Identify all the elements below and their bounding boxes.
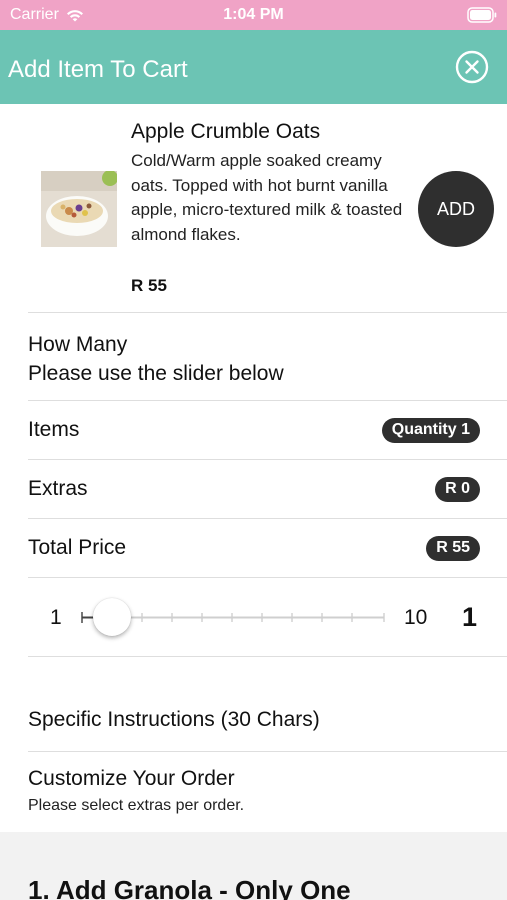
status-bar: Carrier 1:04 PM	[0, 0, 507, 30]
product-image	[41, 171, 117, 247]
extras-group-heading: 1. Add Granola - Only One	[28, 875, 351, 900]
total-price-label: Total Price	[28, 536, 127, 559]
divider	[28, 312, 507, 313]
extras-label: Extras	[28, 477, 88, 500]
slider-value: 1	[462, 602, 478, 632]
divider	[28, 656, 507, 657]
divider	[28, 751, 507, 752]
product-description: Cold/Warm apple soaked creamy oats. Topp…	[131, 151, 403, 244]
specific-instructions-field[interactable]: Specific Instructions (30 Chars)	[28, 708, 320, 732]
quantity-slider-row: 1 10 1	[0, 578, 507, 656]
close-icon[interactable]	[455, 50, 489, 84]
header: Add Item To Cart	[0, 30, 507, 104]
page-title: Add Item To Cart	[8, 56, 188, 83]
extras-group-section: 1. Add Granola - Only One	[0, 832, 507, 900]
how-many-section: How Many Please use the slider below	[28, 330, 284, 388]
how-many-title: How Many	[28, 333, 128, 356]
items-label: Items	[28, 418, 80, 441]
quantity-slider[interactable]	[0, 578, 507, 656]
add-button[interactable]: ADD	[418, 171, 494, 247]
quantity-badge: Quantity 1	[381, 417, 480, 443]
product-price: R 55	[131, 276, 167, 295]
slider-max-label: 10	[404, 606, 428, 629]
total-price-row: Total Price R 55	[28, 519, 480, 577]
extras-row: Extras R 0	[28, 460, 480, 518]
slider-thumb[interactable]	[93, 598, 131, 636]
how-many-subtitle: Please use the slider below	[28, 362, 284, 385]
product-card: Apple Crumble Oats Cold/Warm apple soake…	[0, 104, 507, 313]
extras-badge: R 0	[435, 476, 480, 502]
product-name: Apple Crumble Oats	[131, 120, 321, 143]
total-price-badge: R 55	[426, 535, 480, 561]
battery-icon	[467, 7, 497, 23]
customize-subtitle: Please select extras per order.	[28, 797, 245, 814]
items-row: Items Quantity 1	[28, 401, 480, 459]
status-time: 1:04 PM	[223, 6, 284, 23]
customize-title: Customize Your Order	[28, 767, 235, 790]
